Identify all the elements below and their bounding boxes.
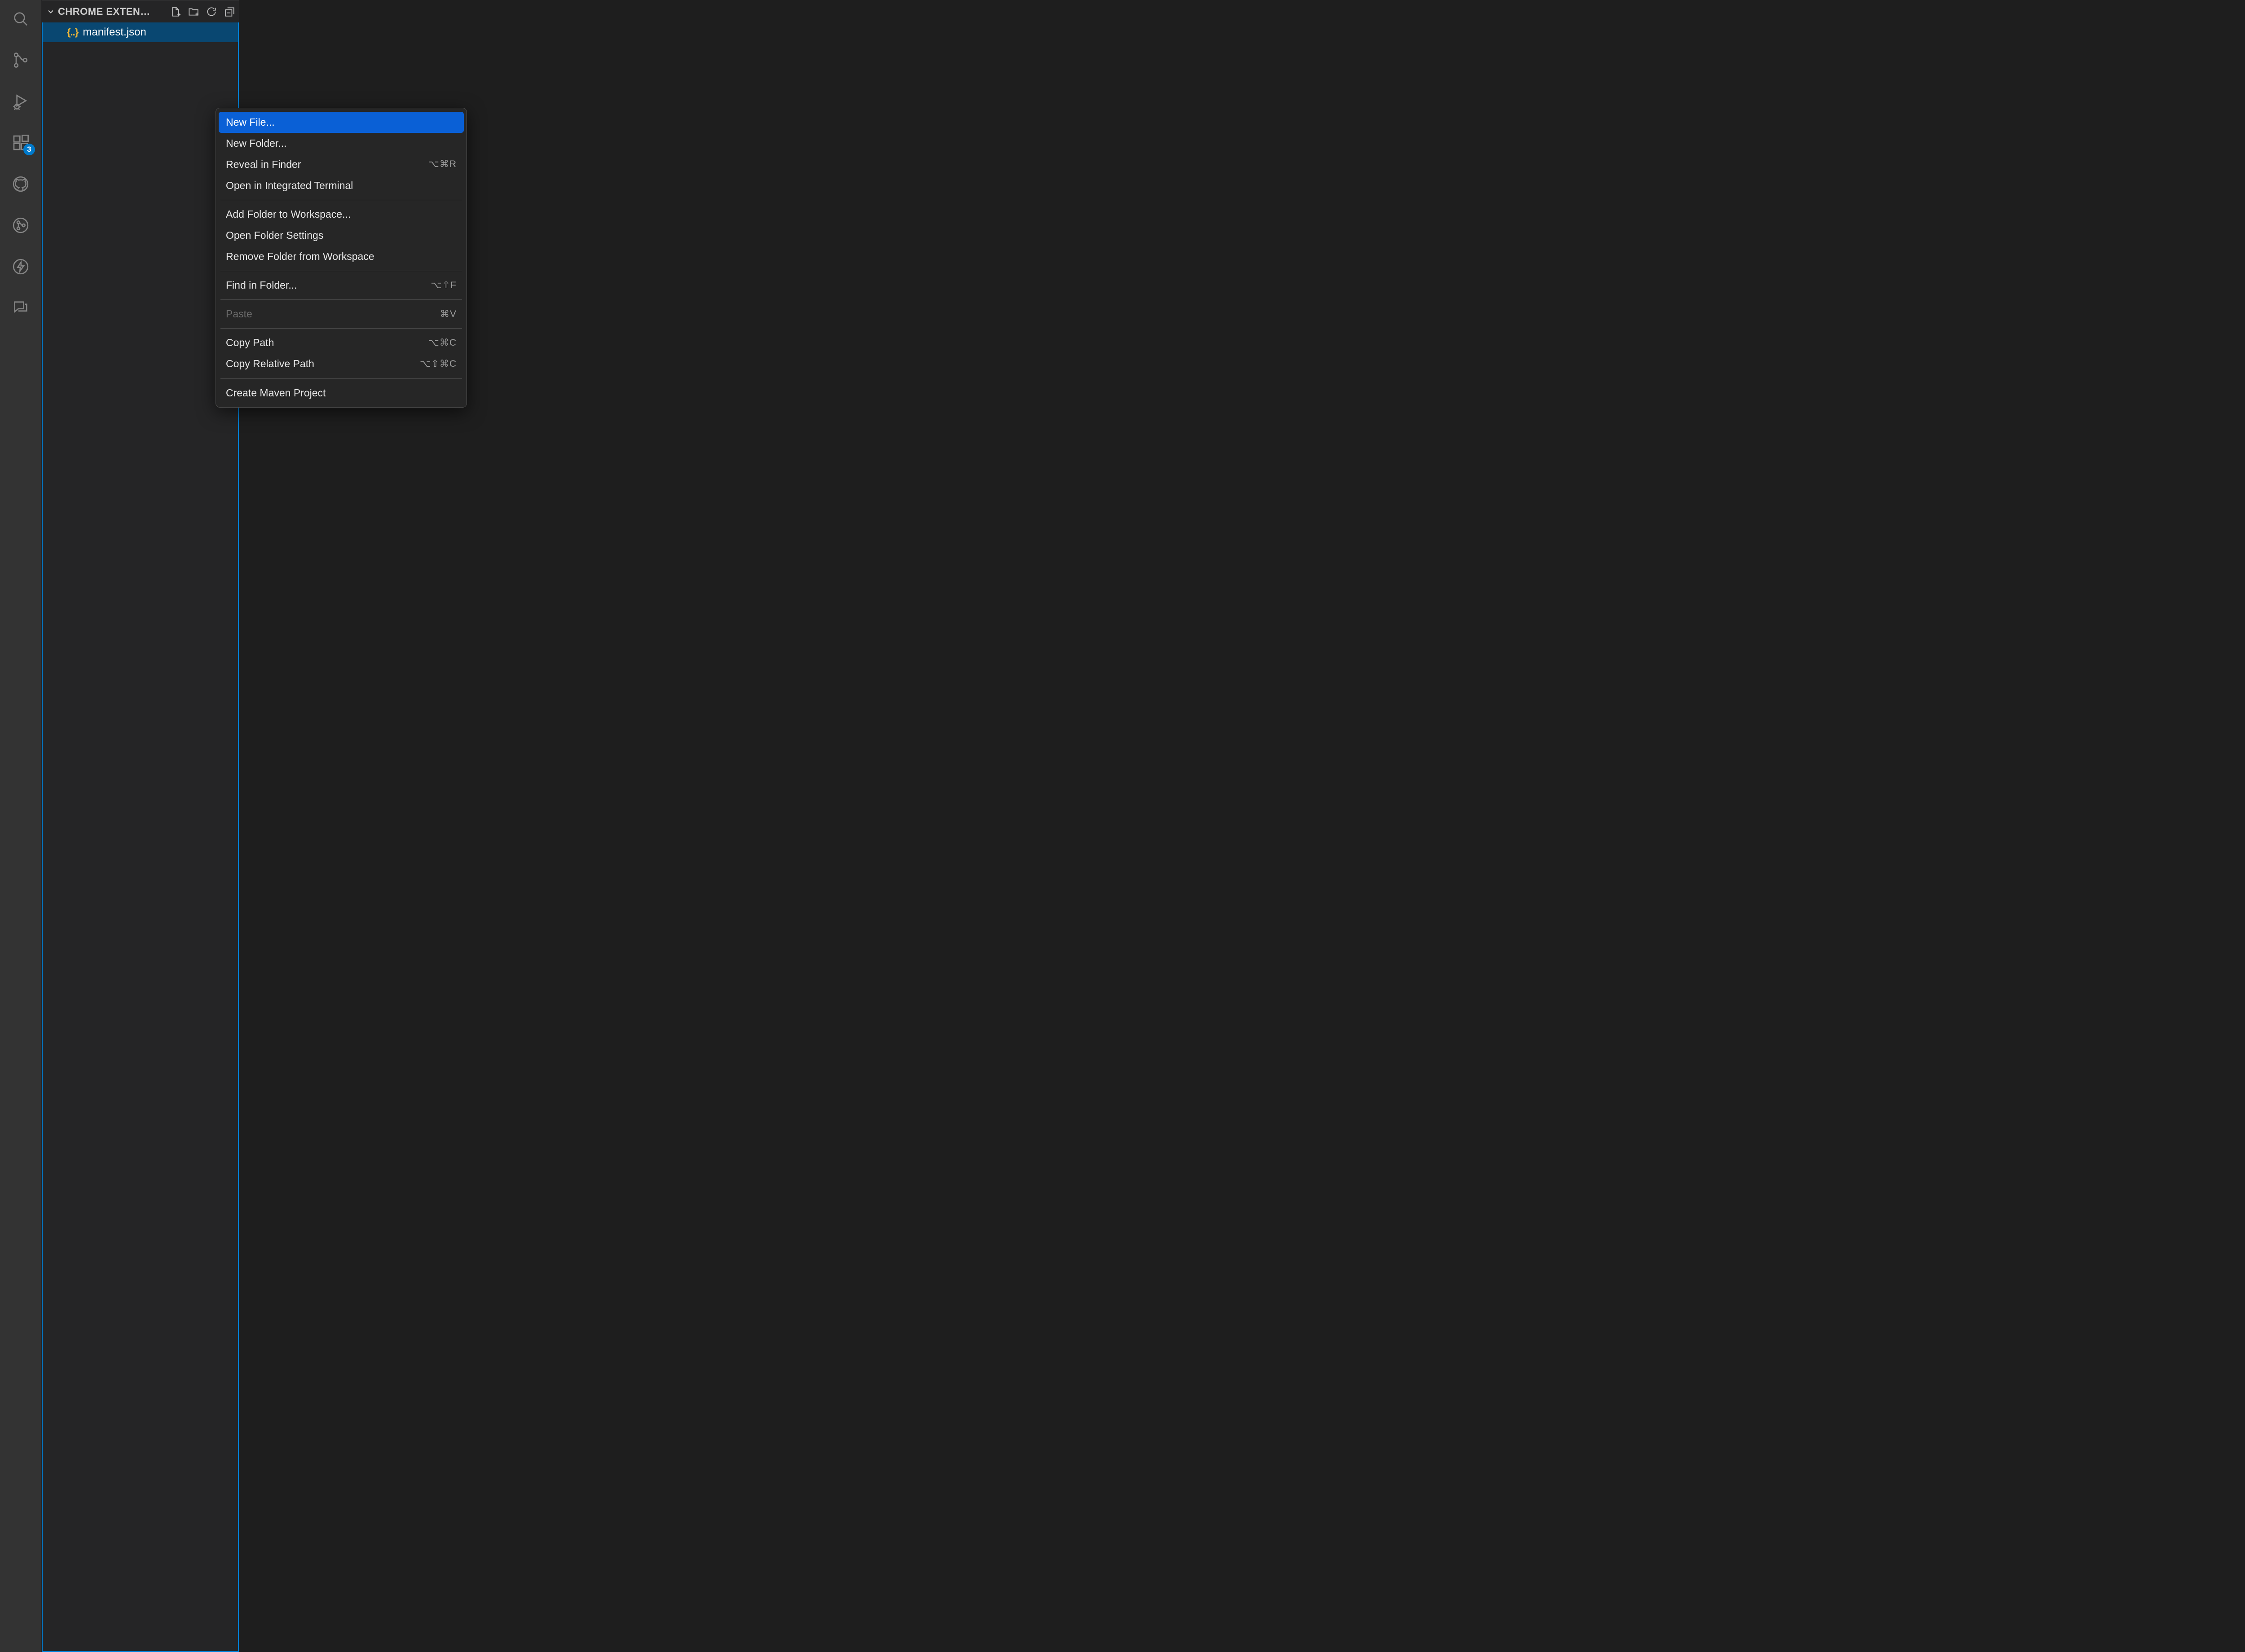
- menu-item[interactable]: Open in Integrated Terminal: [219, 175, 464, 196]
- activity-bar: 3: [0, 0, 41, 1652]
- menu-item[interactable]: Open Folder Settings: [219, 225, 464, 246]
- activity-github-icon[interactable]: [10, 173, 31, 195]
- menu-item-shortcut: ⌥⇧⌘C: [420, 358, 457, 370]
- menu-item-label: Paste: [226, 307, 252, 321]
- explorer-folder-title: CHROME EXTEN…: [58, 6, 150, 18]
- activity-git-graph-icon[interactable]: [10, 215, 31, 236]
- editor-area: [239, 0, 2245, 1652]
- menu-item-label: Open in Integrated Terminal: [226, 179, 353, 193]
- menu-item-shortcut: ⌥⌘R: [428, 158, 457, 171]
- activity-extensions-icon[interactable]: 3: [10, 132, 31, 154]
- menu-item-label: Add Folder to Workspace...: [226, 207, 351, 221]
- menu-item[interactable]: Find in Folder... ⌥⇧F: [219, 275, 464, 296]
- new-folder-icon[interactable]: [188, 6, 199, 18]
- chevron-down-icon: [46, 7, 55, 16]
- menu-item-label: Reveal in Finder: [226, 158, 301, 171]
- menu-item-shortcut: ⌘V: [440, 308, 457, 321]
- activity-source-control-icon[interactable]: [10, 49, 31, 71]
- file-tree[interactable]: {..} manifest.json: [42, 22, 239, 1652]
- explorer-header[interactable]: CHROME EXTEN…: [42, 0, 239, 22]
- menu-item-label: Copy Path: [226, 336, 274, 350]
- collapse-all-icon[interactable]: [224, 6, 235, 18]
- menu-item[interactable]: Copy Relative Path ⌥⇧⌘C: [219, 353, 464, 374]
- menu-item[interactable]: Add Folder to Workspace...: [219, 204, 464, 225]
- new-file-icon[interactable]: [170, 6, 181, 18]
- menu-item-label: Open Folder Settings: [226, 228, 323, 242]
- refresh-icon[interactable]: [206, 6, 217, 18]
- menu-separator: [220, 328, 462, 329]
- menu-item-label: Find in Folder...: [226, 278, 297, 292]
- activity-search-icon[interactable]: [10, 8, 31, 30]
- activity-actions-icon[interactable]: [10, 256, 31, 277]
- menu-item-shortcut: ⌥⇧F: [431, 279, 457, 292]
- activity-comments-icon[interactable]: [10, 297, 31, 319]
- menu-item[interactable]: Remove Folder from Workspace: [219, 246, 464, 267]
- menu-item-label: Copy Relative Path: [226, 357, 314, 371]
- explorer-sidebar: CHROME EXTEN… {..} manifest.json: [41, 0, 239, 1652]
- explorer-header-actions: [170, 6, 235, 18]
- file-item-label: manifest.json: [83, 26, 146, 39]
- menu-item[interactable]: New File...: [219, 112, 464, 133]
- menu-item-label: New File...: [226, 115, 275, 129]
- menu-item-label: Create Maven Project: [226, 386, 326, 400]
- menu-item-shortcut: ⌥⌘C: [428, 337, 457, 349]
- menu-separator: [220, 299, 462, 300]
- file-item-manifest-json[interactable]: {..} manifest.json: [43, 22, 238, 42]
- menu-item[interactable]: New Folder...: [219, 133, 464, 154]
- menu-item-label: Remove Folder from Workspace: [226, 250, 374, 264]
- menu-separator: [220, 378, 462, 379]
- menu-item[interactable]: Create Maven Project: [219, 382, 464, 404]
- json-file-icon: {..}: [67, 26, 78, 38]
- extensions-badge: 3: [23, 144, 35, 155]
- menu-item: Paste ⌘V: [219, 303, 464, 325]
- context-menu: New File... New Folder... Reveal in Finder…: [216, 108, 467, 408]
- menu-item[interactable]: Copy Path ⌥⌘C: [219, 332, 464, 353]
- activity-run-debug-icon[interactable]: [10, 91, 31, 112]
- menu-item[interactable]: Reveal in Finder ⌥⌘R: [219, 154, 464, 175]
- menu-item-label: New Folder...: [226, 136, 287, 150]
